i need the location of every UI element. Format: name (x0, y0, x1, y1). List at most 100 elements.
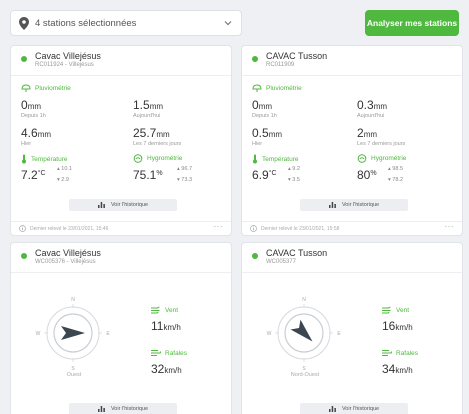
compass-south: S (71, 366, 75, 371)
station-card-header: CAVAC Tusson WC005377 (242, 243, 462, 273)
rain-today-value: 0.3mm (357, 98, 388, 112)
station-code: RC011924 - Villejésus (35, 62, 94, 68)
info-icon (19, 225, 26, 232)
analyse-stations-button[interactable]: Analyser mes stations (365, 10, 459, 36)
compass-south: S (302, 366, 306, 371)
last-reading-text: Dernier relevé le 23/01/2021, 15:58 (261, 226, 340, 232)
station-status-dot (21, 253, 27, 259)
station-status-dot (252, 56, 258, 62)
top-bar: 4 stations sélectionnées Analyser mes st… (10, 10, 459, 36)
wind-icon (382, 306, 391, 314)
rain-1h-value: 0mm (252, 98, 273, 112)
rain-week-label: Les 7 derniers jours (133, 141, 182, 147)
station-code: RC011909 (266, 62, 295, 68)
hygrometry-min: ▾ 73.3 (177, 177, 193, 183)
temperature-value: 7.2°C (21, 168, 46, 182)
station-status-dot (252, 253, 258, 259)
history-button[interactable]: Voir l'historique (69, 403, 177, 414)
bar-chart-icon (328, 202, 336, 208)
rain-yesterday-value: 0.5mm (252, 126, 283, 140)
temperature-min: ▾ 3.5 (288, 177, 300, 183)
history-button[interactable]: Voir l'historique (69, 199, 177, 211)
compass-east: E (106, 331, 110, 337)
thermometer-icon (253, 154, 257, 164)
chevron-down-icon (224, 21, 232, 26)
temperature-max: ▴ 9.2 (288, 166, 300, 172)
rain-1h-value: 0mm (21, 98, 42, 112)
rain-today-value: 1.5mm (133, 98, 164, 112)
station-name: CAVAC Tusson (266, 248, 328, 258)
station-card-header: Cavac Villejésus WC005376 - Villejésus (11, 243, 231, 273)
wind-station-card: Cavac Villejésus WC005376 - Villejésus N… (10, 242, 232, 414)
temperature-title: Température (252, 154, 299, 164)
rain-week-value: 25.7mm (133, 126, 170, 140)
station-name: Cavac Villejésus (35, 51, 101, 61)
wind-icon (151, 306, 160, 314)
station-card-header: Cavac Villejésus RC011924 - Villejésus (11, 46, 231, 76)
location-pin-icon (19, 16, 29, 30)
station-card: CAVAC Tusson RC011909 Pluviométrie 0mm D… (241, 45, 463, 236)
rain-yesterday-label: Hier (21, 141, 32, 147)
bar-chart-icon (328, 406, 336, 412)
rain-today-label: Aujourd'hui (357, 113, 385, 119)
more-options-icon[interactable]: ··· (214, 222, 224, 231)
bar-chart-icon (97, 406, 105, 412)
rain-1h-label: Depuis 1h (21, 113, 46, 119)
umbrella-icon (21, 84, 31, 92)
compass-west: W (267, 331, 272, 337)
wind-speed-value: 11km/h (151, 319, 181, 333)
card-footer: Dernier relevé le 23/01/2021, 15:46 ··· (11, 221, 231, 235)
rain-1h-label: Depuis 1h (252, 113, 277, 119)
station-name: Cavac Villejésus (35, 248, 101, 258)
more-options-icon[interactable]: ··· (445, 222, 455, 231)
compass-west: W (36, 331, 41, 337)
card-footer: Dernier relevé le 23/01/2021, 15:58 ··· (242, 221, 462, 235)
hygrometrie-title: Hygrométrie (357, 154, 406, 163)
wind-direction-label: Nord-Ouest (290, 372, 320, 378)
wind-direction-label: Ouest (66, 372, 82, 378)
rain-week-label: Les 7 derniers jours (357, 141, 406, 147)
rain-today-label: Aujourd'hui (133, 113, 161, 119)
rafales-title: Rafales (382, 349, 418, 357)
umbrella-icon (252, 84, 262, 92)
thermometer-icon (22, 154, 26, 164)
humidity-icon (133, 154, 143, 163)
rain-week-value: 2mm (357, 126, 378, 140)
station-selector-label: 4 stations sélectionnées (35, 17, 137, 29)
compass-north: N (71, 297, 75, 303)
gust-icon (382, 350, 392, 356)
rain-yesterday-label: Hier (252, 141, 263, 147)
history-button[interactable]: Voir l'historique (300, 199, 408, 211)
rain-yesterday-value: 4.6mm (21, 126, 52, 140)
pluviometrie-title: Pluviométrie (21, 84, 71, 93)
station-name: CAVAC Tusson (266, 51, 328, 61)
wind-compass: N S W E (36, 297, 111, 371)
wind-station-card: CAVAC Tusson WC005377 N S W E Nord-Ouest… (241, 242, 463, 414)
station-code: WC005377 (266, 259, 297, 265)
temperature-title: Température (21, 154, 68, 164)
hygrometry-max: ▴ 96.7 (177, 166, 193, 172)
hygrometry-value: 75.1% (133, 168, 163, 182)
station-code: WC005376 - Villejésus (35, 259, 96, 265)
hygrometry-value: 80% (357, 168, 377, 182)
temperature-value: 6.9°C (252, 168, 277, 182)
wind-speed-value: 16km/h (382, 319, 413, 333)
station-status-dot (21, 56, 27, 62)
hygrometry-max: ▴ 98.5 (388, 166, 404, 172)
rafales-title: Rafales (151, 349, 187, 357)
gust-speed-value: 32km/h (151, 362, 182, 376)
hygrometrie-title: Hygrométrie (133, 154, 182, 163)
vent-title: Vent (151, 306, 178, 314)
history-button[interactable]: Voir l'historique (300, 403, 408, 414)
bar-chart-icon (97, 202, 105, 208)
gust-icon (151, 350, 161, 356)
temperature-min: ▾ 2.9 (57, 177, 69, 183)
compass-north: N (302, 297, 306, 303)
compass-east: E (337, 331, 341, 337)
info-icon (250, 225, 257, 232)
station-card: Cavac Villejésus RC011924 - Villejésus P… (10, 45, 232, 236)
last-reading-text: Dernier relevé le 23/01/2021, 15:46 (30, 226, 109, 232)
humidity-icon (357, 154, 367, 163)
station-selector[interactable]: 4 stations sélectionnées (10, 10, 242, 36)
temperature-max: ▴ 10.1 (57, 166, 73, 172)
